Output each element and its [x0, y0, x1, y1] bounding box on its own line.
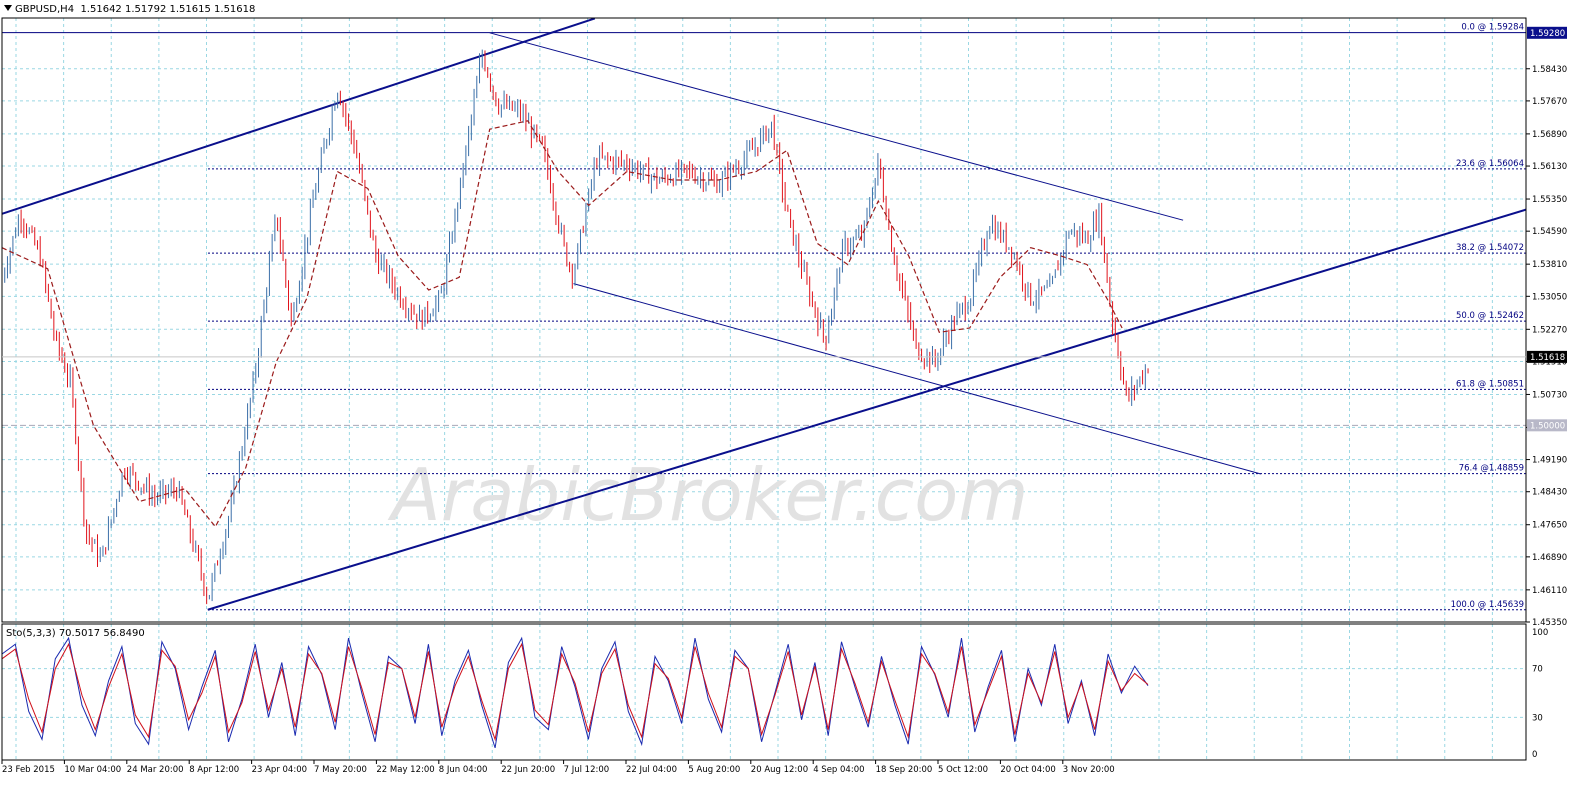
watermark-text: ArabicBroker.com: [388, 453, 1029, 537]
x-tick-label: 8 Jun 04:00: [439, 765, 488, 775]
fibo-label: 61.8 @ 1.50851: [1456, 379, 1524, 389]
current-price-label: 1.51618: [1530, 353, 1565, 363]
y-tick-label: 1.57670: [1532, 97, 1567, 107]
stoch-tick-label: 30: [1532, 713, 1543, 723]
x-tick-label: 22 Jul 04:00: [626, 765, 677, 775]
x-tick-label: 5 Aug 20:00: [688, 765, 740, 775]
symbol-header: GBPUSD,H4 1.51642 1.51792 1.51615 1.5161…: [4, 4, 255, 15]
x-tick-label: 23 Apr 04:00: [252, 765, 307, 775]
y-tick-label: 1.54590: [1532, 227, 1567, 237]
trendline: [573, 283, 1261, 475]
trendline: [489, 32, 1184, 221]
x-tick-label: 18 Sep 20:00: [876, 765, 933, 775]
y-tick-label: 1.52270: [1532, 325, 1567, 335]
x-tick-label: 22 May 12:00: [376, 765, 434, 775]
x-tick-label: 20 Aug 12:00: [751, 765, 808, 775]
trendline: [207, 208, 1527, 611]
chevron-down-icon[interactable]: [4, 5, 12, 11]
x-tick-label: 8 Apr 12:00: [189, 765, 239, 775]
x-tick-label: 7 Jul 12:00: [564, 765, 610, 775]
fibo-label: 50.0 @ 1.52462: [1456, 311, 1524, 321]
x-tick-label: 3 Nov 20:00: [1063, 765, 1115, 775]
stoch-signal-line: [1, 642, 1149, 742]
x-tick-label: 10 Mar 04:00: [64, 765, 121, 775]
stoch-tick-label: 0: [1532, 750, 1537, 760]
x-tick-label: 23 Feb 2015: [2, 765, 55, 775]
fibo-label: 38.2 @ 1.54072: [1456, 243, 1524, 253]
fibo-label: 0.0 @ 1.59284: [1461, 23, 1524, 33]
stochastic-header: Sto(5,3,3) 70.5017 56.8490: [6, 628, 145, 639]
x-tick-label: 4 Sep 04:00: [813, 765, 864, 775]
y-tick-label: 1.45350: [1532, 618, 1567, 628]
y-tick-label: 1.53810: [1532, 260, 1567, 270]
y-tick-label: 1.46110: [1532, 586, 1567, 596]
symbol-label: GBPUSD,H4: [15, 4, 75, 15]
ohlc-values: 1.51642 1.51792 1.51615 1.51618: [80, 4, 256, 15]
y-tick-label: 1.56130: [1532, 162, 1567, 172]
fibo-label: 100.0 @ 1.45639: [1451, 600, 1524, 610]
fibo-label: 76.4 @1.48859: [1459, 464, 1524, 474]
y-tick-label: 1.46890: [1532, 553, 1567, 563]
price-chart[interactable]: ArabicBroker.com 0.0 @ 1.59284 23.6 @ 1.5…: [0, 0, 1596, 790]
x-tick-label: 7 May 20:00: [314, 765, 367, 775]
y-tick-label: 1.58430: [1532, 65, 1567, 75]
y-tick-label: 1.49190: [1532, 456, 1567, 466]
y-tick-label: 1.55350: [1532, 195, 1567, 205]
stoch-tick-label: 70: [1532, 665, 1543, 675]
x-tick-label: 22 Jun 20:00: [501, 765, 555, 775]
stoch-main-line: [1, 636, 1149, 749]
stochastic-oscillator: [1, 636, 1149, 749]
y-tick-label: 1.56890: [1532, 130, 1567, 140]
y-tick-label: 1.53050: [1532, 292, 1567, 302]
x-tick-label: 20 Oct 04:00: [1000, 765, 1055, 775]
y-tick-label: 1.48430: [1532, 488, 1567, 498]
x-tick-label: 24 Mar 20:00: [127, 765, 184, 775]
x-tick-label: 5 Oct 12:00: [938, 765, 988, 775]
watermark: ArabicBroker.com: [388, 453, 1029, 537]
fibo-label: 23.6 @ 1.56064: [1456, 159, 1524, 169]
level-marker-label: 1.50000: [1530, 421, 1565, 431]
y-tick-label: 1.47650: [1532, 521, 1567, 531]
trendline: [1, 17, 596, 215]
y-tick-label: 1.50730: [1532, 390, 1567, 400]
top-marker-label: 1.59280: [1530, 29, 1565, 39]
stoch-panel-border: [1, 623, 1527, 761]
stoch-tick-label: 100: [1532, 628, 1548, 638]
